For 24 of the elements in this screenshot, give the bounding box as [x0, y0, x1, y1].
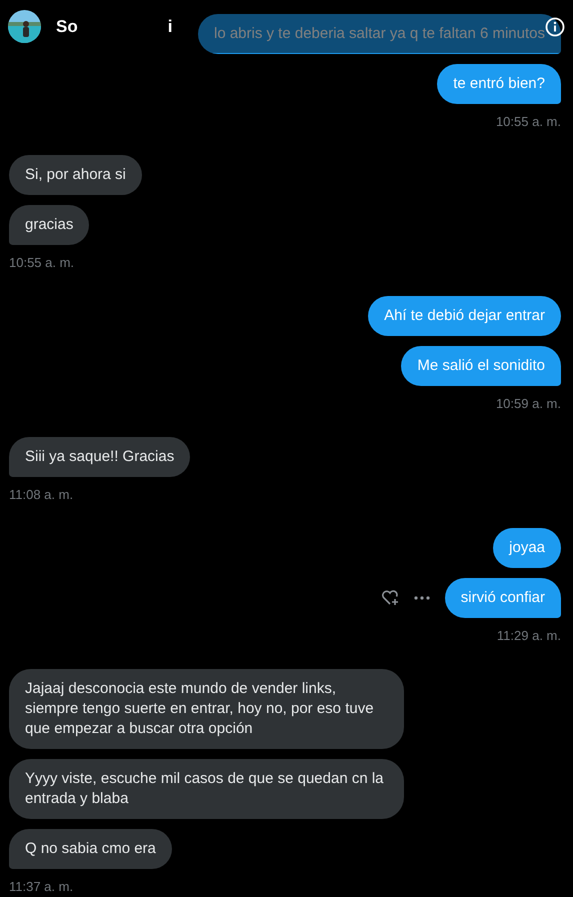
message-bubble: sirvió confiar: [444, 578, 561, 618]
message-bubble: Ahí te debió dejar entrar: [368, 296, 561, 336]
contact-name: i: [168, 16, 172, 38]
timestamp: 10:55 a. m.: [9, 255, 76, 271]
message-bubble: Si, por ahora si: [9, 155, 142, 195]
message-bubble: Jajaaj desconocia este mundo de vender links, siempre tengo suerte en entrar, hoy no, por eso tuve que empezar a buscar otra opción: [9, 669, 404, 749]
timestamp: 11:29 a. m.: [496, 628, 561, 644]
more-icon[interactable]: [414, 596, 430, 600]
contact-name: So: [56, 16, 78, 38]
timestamp: 10:55 a. m.: [494, 114, 561, 130]
message-bubble: joyaa: [493, 528, 561, 568]
message-bubble: lo abris y te deberia saltar ya q te faltan 6 minutos: [198, 14, 561, 54]
heart-plus-icon[interactable]: [380, 590, 399, 606]
message-bubble: te entró bien?: [437, 64, 561, 104]
timestamp: 10:59 a. m.: [494, 396, 561, 412]
message-bubble: Yyyy viste, escuche mil casos de que se quedan cn la entrada y blaba: [9, 759, 404, 819]
avatar[interactable]: [8, 10, 41, 43]
message-bubble: gracias: [9, 205, 90, 245]
message-bubble: Me salió el sonidito: [401, 346, 561, 386]
message-bubble: Siii ya saque!! Gracias: [9, 437, 190, 477]
message-bubble: Q no sabia cmo era: [9, 829, 172, 869]
timestamp: 11:37 a. m.: [9, 879, 74, 895]
info-icon[interactable]: [545, 16, 565, 36]
timestamp: 11:08 a. m.: [9, 487, 74, 503]
